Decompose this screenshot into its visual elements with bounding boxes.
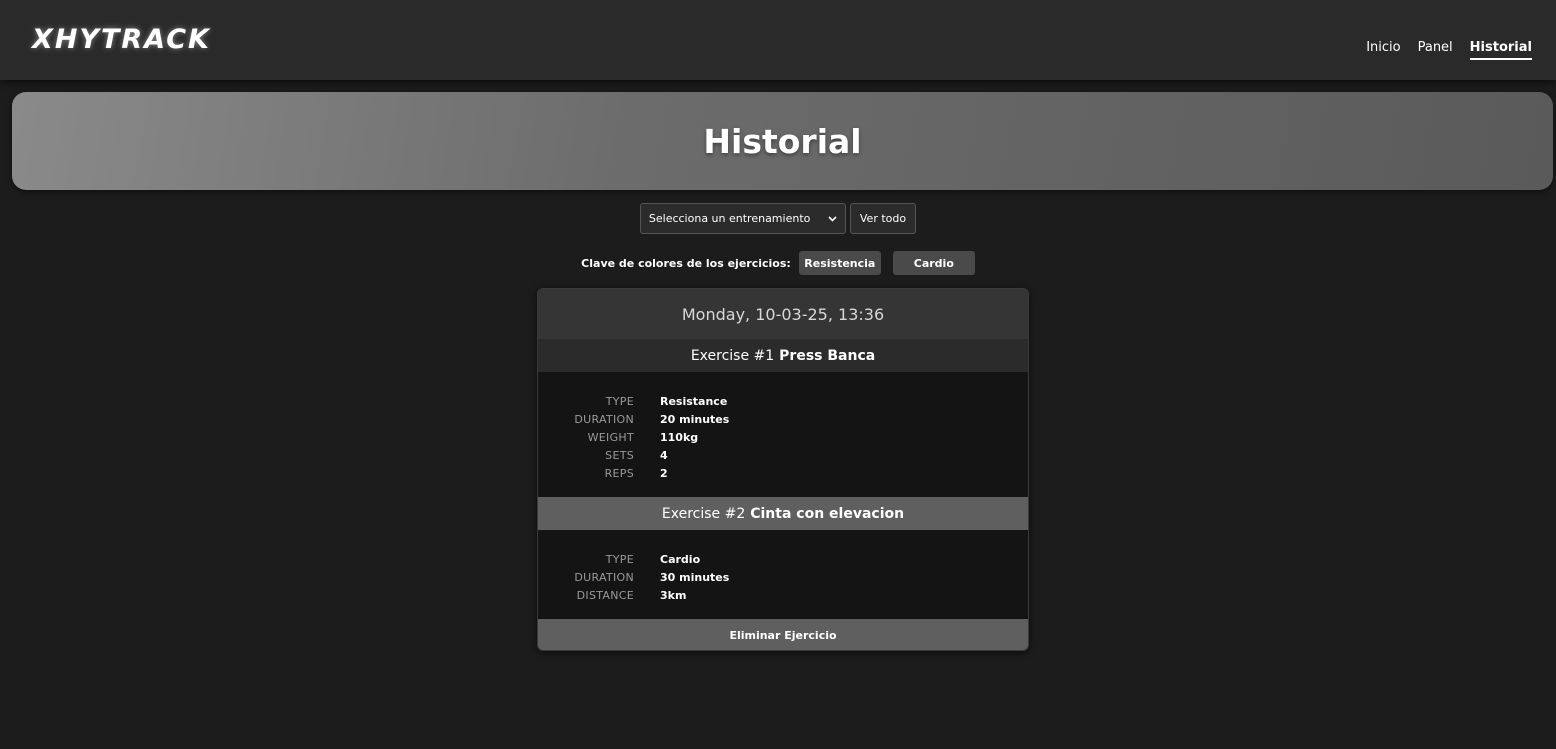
detail-row: DURATION 20 minutes: [538, 410, 1028, 428]
top-navbar: XHYTRACK Inicio Panel Historial: [0, 0, 1556, 80]
detail-row: DISTANCE 3km: [538, 586, 1028, 604]
detail-value: 2: [660, 466, 668, 480]
nav-link-panel[interactable]: Panel: [1418, 40, 1453, 60]
cardio-chip: Cardio: [892, 251, 975, 275]
detail-value: Resistance: [660, 394, 728, 408]
resistance-chip: Resistencia: [798, 251, 881, 275]
view-all-button[interactable]: Ver todo: [849, 203, 917, 234]
detail-key: DURATION: [574, 570, 634, 584]
page-title: Historial: [703, 121, 862, 161]
detail-value: 20 minutes: [660, 412, 730, 426]
detail-row: SETS 4: [538, 446, 1028, 464]
delete-exercise-button[interactable]: Eliminar Ejercicio: [538, 619, 1028, 650]
detail-row: DURATION 30 minutes: [538, 568, 1028, 586]
exercise-number: Exercise #2: [661, 505, 746, 522]
detail-key: REPS: [604, 466, 634, 480]
workout-select-value: Selecciona un entrenamiento: [648, 212, 811, 225]
workout-select[interactable]: Selecciona un entrenamiento: [639, 203, 846, 234]
workout-controls: Selecciona un entrenamiento Ver todo: [0, 203, 1556, 234]
detail-key: WEIGHT: [587, 430, 634, 444]
color-key-label: Clave de colores de los ejercicios:: [581, 256, 791, 270]
detail-value: 110kg: [660, 430, 699, 444]
page-banner: Historial: [12, 92, 1553, 190]
exercise-number: Exercise #1: [690, 347, 775, 364]
app-logo[interactable]: XHYTRACK: [32, 24, 211, 55]
detail-row: TYPE Cardio: [538, 550, 1028, 568]
detail-key: TYPE: [605, 394, 634, 408]
exercise-details: TYPE Cardio DURATION 30 minutes DISTANCE…: [538, 530, 1028, 619]
exercise-details: TYPE Resistance DURATION 20 minutes WEIG…: [538, 372, 1028, 497]
detail-row: TYPE Resistance: [538, 392, 1028, 410]
detail-value: 30 minutes: [660, 570, 730, 584]
chevron-down-icon: [828, 215, 837, 222]
color-key: Clave de colores de los ejercicios: Resi…: [0, 251, 1556, 275]
main-nav: Inicio Panel Historial: [1349, 40, 1532, 60]
detail-key: DURATION: [574, 412, 634, 426]
exercise-name: Cinta con elevacion: [750, 505, 905, 522]
exercise-header: Exercise #2 Cinta con elevacion: [538, 497, 1028, 530]
nav-link-historial[interactable]: Historial: [1469, 40, 1532, 60]
detail-value: Cardio: [660, 552, 701, 566]
nav-link-inicio[interactable]: Inicio: [1366, 40, 1400, 60]
detail-row: WEIGHT 110kg: [538, 428, 1028, 446]
detail-key: TYPE: [605, 552, 634, 566]
detail-value: 3km: [660, 588, 687, 602]
exercise-name: Press Banca: [779, 347, 876, 364]
detail-value: 4: [660, 448, 668, 462]
workout-card: Monday, 10-03-25, 13:36 Exercise #1 Pres…: [537, 288, 1029, 651]
workout-date: Monday, 10-03-25, 13:36: [538, 289, 1028, 339]
detail-key: DISTANCE: [576, 588, 634, 602]
exercise-header: Exercise #1 Press Banca: [538, 339, 1028, 372]
detail-row: REPS 2: [538, 464, 1028, 482]
detail-key: SETS: [605, 448, 634, 462]
